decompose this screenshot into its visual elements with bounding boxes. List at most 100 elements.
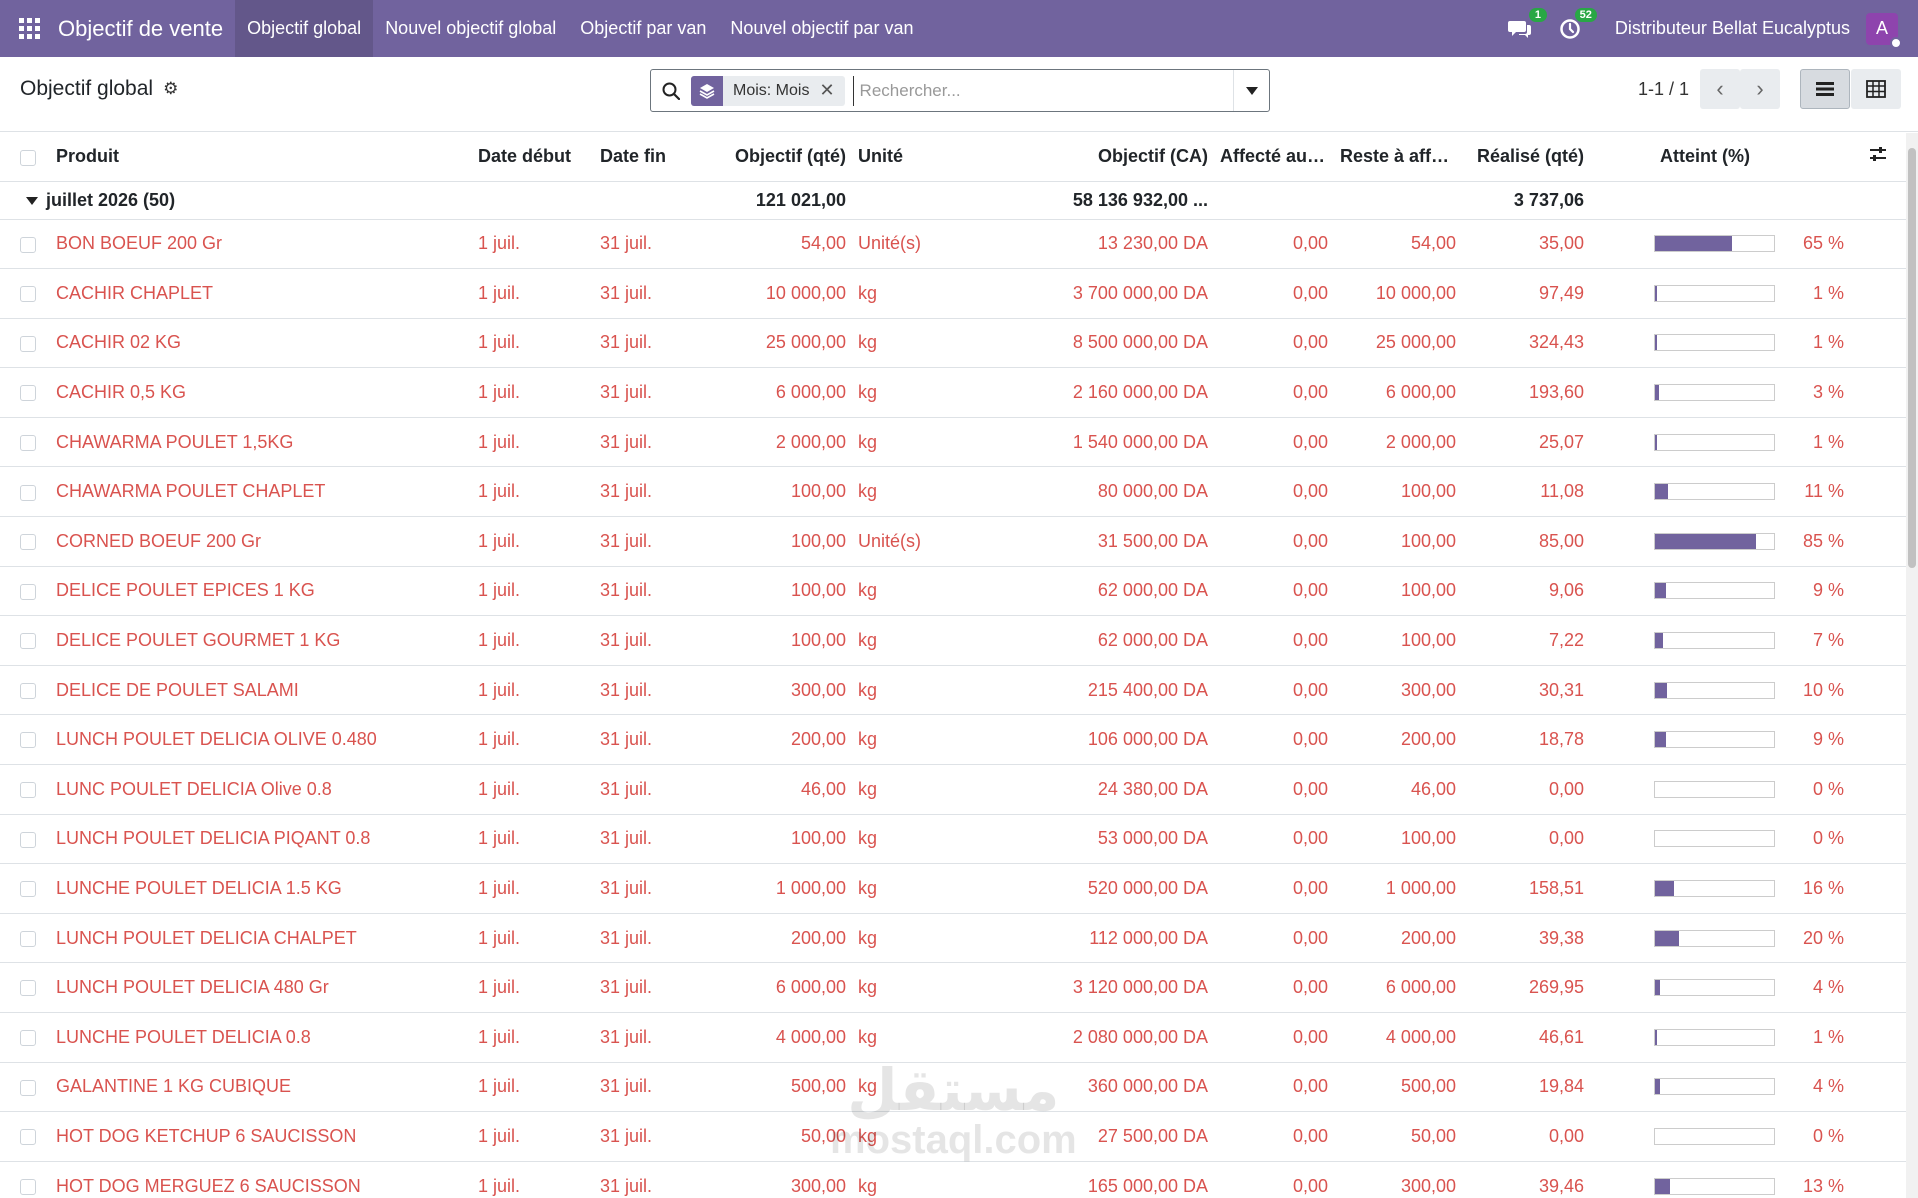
table-row[interactable]: LUNCH POULET DELICIA OLIVE 0.480 1 juil. 3…: [0, 714, 1906, 766]
close-icon[interactable]: ✕: [819, 80, 844, 101]
row-checkbox[interactable]: [0, 516, 50, 567]
table-row[interactable]: CHAWARMA POULET CHAPLET 1 juil. 31 juil. 10…: [0, 466, 1906, 518]
cell-date-debut: 1 juil.: [472, 913, 594, 964]
column-header-date-fin[interactable]: Date fin: [594, 133, 690, 182]
row-checkbox[interactable]: [0, 268, 50, 319]
row-checkbox[interactable]: [0, 814, 50, 865]
table-row[interactable]: GALANTINE 1 KG CUBIQUE 1 juil. 31 juil. 500…: [0, 1062, 1906, 1113]
table-row[interactable]: HOT DOG MERGUEZ 6 SAUCISSON 1 juil. 31 jui…: [0, 1161, 1906, 1198]
cell-date-debut: 1 juil.: [472, 318, 594, 369]
table-row[interactable]: CHAWARMA POULET 1,5KG 1 juil. 31 juil. 2 00…: [0, 417, 1906, 468]
table-row[interactable]: LUNCH POULET DELICIA PIQANT 0.8 1 juil. 31…: [0, 814, 1906, 865]
search-bar: Mois: Mois ✕: [650, 69, 1270, 112]
activities-button[interactable]: 52: [1555, 7, 1597, 44]
column-header-unite[interactable]: Unité: [852, 133, 967, 182]
company-switcher[interactable]: Distributeur Bellat Eucalyptus: [1615, 18, 1850, 39]
table-row[interactable]: CACHIR CHAPLET 1 juil. 31 juil. 10 000,00 kg…: [0, 268, 1906, 319]
search-options-toggle[interactable]: [1233, 70, 1269, 111]
column-header-atteint[interactable]: Atteint (%): [1590, 133, 1850, 182]
column-header-objectif-qte[interactable]: Objectif (qté): [690, 133, 852, 182]
cell-unite: kg: [852, 714, 967, 766]
group-row[interactable]: juillet 2026 (50) 121 021,00 58 136 932,…: [0, 181, 1906, 220]
cell-unite: kg: [852, 1062, 967, 1113]
cell-affecte: 0,00: [1214, 863, 1334, 914]
table-row[interactable]: CORNED BOEUF 200 Gr 1 juil. 31 juil. 100,00…: [0, 516, 1906, 567]
row-checkbox[interactable]: [0, 367, 50, 418]
pager-value[interactable]: 1-1 / 1: [1638, 79, 1689, 100]
search-input[interactable]: [852, 75, 1233, 106]
search-icon[interactable]: [651, 82, 691, 100]
cell-produit: DELICE POULET EPICES 1 KG: [50, 566, 472, 617]
nav-menu-item[interactable]: Objectif par van: [568, 0, 718, 57]
cell-objectif-qte: 46,00: [690, 764, 852, 815]
user-avatar[interactable]: A: [1866, 12, 1902, 49]
column-header-produit[interactable]: Produit: [50, 133, 472, 182]
pager-next-button[interactable]: ›: [1740, 69, 1780, 109]
row-checkbox[interactable]: [0, 417, 50, 468]
column-header-realise[interactable]: Réalisé (qté): [1462, 133, 1590, 182]
table-row[interactable]: HOT DOG KETCHUP 6 SAUCISSON 1 juil. 31 jui…: [0, 1111, 1906, 1162]
cell-atteint: 3 %: [1590, 367, 1850, 418]
row-checkbox[interactable]: [0, 219, 50, 270]
list-view-button[interactable]: [1800, 69, 1850, 109]
nav-menu-item[interactable]: Nouvel objectif global: [373, 0, 568, 57]
cell-realise: 324,43: [1462, 318, 1590, 369]
table-row[interactable]: DELICE POULET EPICES 1 KG 1 juil. 31 juil.…: [0, 566, 1906, 617]
cell-date-fin: 31 juil.: [594, 466, 690, 518]
table-row[interactable]: CACHIR 0,5 KG 1 juil. 31 juil. 6 000,00 kg 2 …: [0, 367, 1906, 418]
row-checkbox[interactable]: [0, 962, 50, 1013]
scrollbar-thumb[interactable]: [1908, 148, 1916, 568]
nav-menu-item[interactable]: Nouvel objectif par van: [718, 0, 925, 57]
row-checkbox[interactable]: [0, 318, 50, 369]
row-checkbox[interactable]: [0, 1012, 50, 1063]
table-row[interactable]: DELICE POULET GOURMET 1 KG 1 juil. 31 juil…: [0, 615, 1906, 666]
progress-percent: 9 %: [1812, 580, 1844, 601]
column-header-reste[interactable]: Reste à affec...: [1334, 133, 1462, 182]
table-row[interactable]: LUNCH POULET DELICIA CHALPET 1 juil. 31 ju…: [0, 913, 1906, 964]
cell-affecte: 0,00: [1214, 566, 1334, 617]
gear-icon[interactable]: ⚙: [163, 79, 178, 99]
cell-produit: CACHIR CHAPLET: [50, 268, 472, 319]
row-checkbox[interactable]: [0, 913, 50, 964]
nav-menu-item[interactable]: Objectif global: [235, 0, 374, 57]
column-header-affecte[interactable]: Affecté aux ...: [1214, 133, 1334, 182]
table-row[interactable]: LUNCH POULET DELICIA 480 Gr 1 juil. 31 jui…: [0, 962, 1906, 1013]
cell-realise: 39,46: [1462, 1161, 1590, 1198]
row-checkbox[interactable]: [0, 466, 50, 518]
table-row[interactable]: LUNC POULET DELICIA Olive 0.8 1 juil. 31 j…: [0, 764, 1906, 815]
row-checkbox[interactable]: [0, 665, 50, 716]
row-checkbox[interactable]: [0, 764, 50, 815]
scrollbar[interactable]: [1906, 133, 1918, 1198]
group-objectif-ca: 58 136 932,00 ...: [967, 181, 1214, 220]
app-title[interactable]: Objectif de vente: [58, 0, 235, 57]
pager-previous-button[interactable]: ‹: [1700, 69, 1740, 109]
table-row[interactable]: CACHIR 02 KG 1 juil. 31 juil. 25 000,00 kg 8 …: [0, 318, 1906, 369]
table-row[interactable]: LUNCHE POULET DELICIA 0.8 1 juil. 31 juil.…: [0, 1012, 1906, 1063]
column-header-date-debut[interactable]: Date début: [472, 133, 594, 182]
table-row[interactable]: DELICE DE POULET SALAMI 1 juil. 31 juil. 30…: [0, 665, 1906, 716]
row-checkbox[interactable]: [0, 1062, 50, 1113]
table-row[interactable]: LUNCHE POULET DELICIA 1.5 KG 1 juil. 31 ju…: [0, 863, 1906, 914]
row-checkbox[interactable]: [0, 1111, 50, 1162]
select-all-checkbox[interactable]: [0, 133, 50, 182]
cell-realise: 18,78: [1462, 714, 1590, 766]
row-checkbox[interactable]: [0, 1161, 50, 1198]
messages-button[interactable]: 1: [1505, 7, 1547, 44]
cell-reste: 25 000,00: [1334, 318, 1462, 369]
progress-percent: 16 %: [1802, 878, 1844, 899]
apps-menu-button[interactable]: [0, 0, 58, 57]
table-row[interactable]: BON BOEUF 200 Gr 1 juil. 31 juil. 54,00 Unit…: [0, 219, 1906, 270]
cell-atteint: 4 %: [1590, 1062, 1850, 1113]
pivot-view-button[interactable]: [1851, 69, 1901, 109]
cell-produit: CORNED BOEUF 200 Gr: [50, 516, 472, 567]
cell-reste: 2 000,00: [1334, 417, 1462, 468]
cell-unite: kg: [852, 665, 967, 716]
row-checkbox[interactable]: [0, 714, 50, 766]
column-header-objectif-ca[interactable]: Objectif (CA): [967, 133, 1214, 182]
cell-date-debut: 1 juil.: [472, 1062, 594, 1113]
row-checkbox[interactable]: [0, 863, 50, 914]
optional-columns-button[interactable]: [1850, 133, 1906, 182]
row-checkbox[interactable]: [0, 566, 50, 617]
row-checkbox[interactable]: [0, 615, 50, 666]
search-facet[interactable]: Mois: Mois ✕: [691, 75, 845, 106]
